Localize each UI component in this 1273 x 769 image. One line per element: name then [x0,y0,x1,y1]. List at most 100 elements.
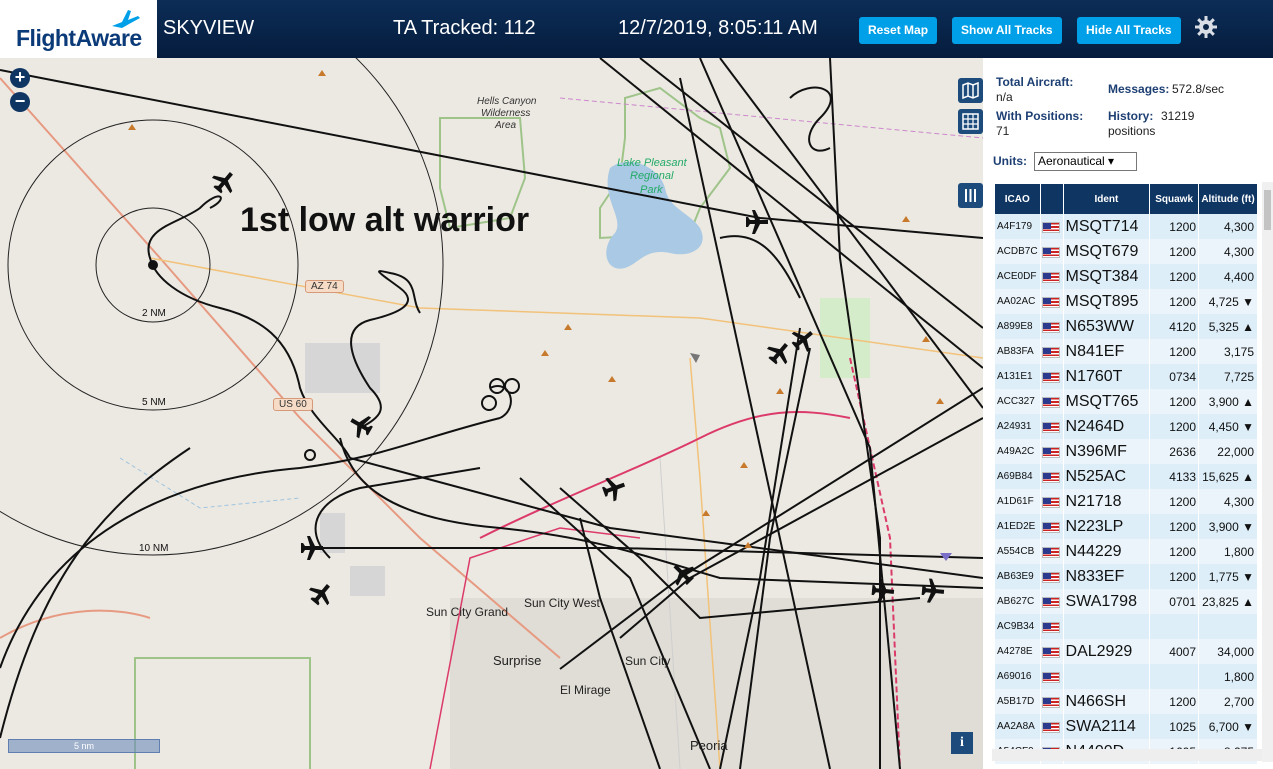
column-header-squawk[interactable]: Squawk [1150,184,1198,214]
cell-squawk: 1200 [1150,564,1198,589]
ring-label: 5 NM [142,397,166,408]
cell-altitude: 4,300 [1199,489,1257,514]
map-canvas[interactable] [0,58,983,769]
column-header-ident[interactable]: Ident [1063,184,1150,214]
table-row[interactable]: A4278E DAL2929 4007 34,000 [995,639,1257,664]
table-row[interactable]: A69016 1,800 [995,664,1257,689]
table-row[interactable]: ACDB7C MSQT679 1200 4,300 [995,239,1257,264]
table-row[interactable]: AA2A8A SWA2114 1025 6,700 ▼ [995,714,1257,739]
cell-altitude: 4,450 ▼ [1199,414,1257,439]
flag-icon [1040,489,1063,514]
aircraft-table-container[interactable]: ICAO Ident Squawk Altitude (ft) A4F179 MS… [994,184,1258,769]
show-all-tracks-button[interactable]: Show All Tracks [952,17,1062,44]
table-row[interactable]: ACE0DF MSQT384 1200 4,400 [995,264,1257,289]
us-flag-icon [1041,246,1060,258]
place-label: Hells Canyon [477,96,537,107]
column-header-icao[interactable]: ICAO [995,184,1040,214]
cell-ident: N21718 [1063,489,1150,514]
us-flag-icon [1041,696,1060,708]
horizontal-scrollbar[interactable] [992,749,1262,761]
flag-icon [1040,364,1063,389]
column-toggle-button[interactable] [958,183,983,208]
us-flag-icon [1041,571,1060,583]
cell-altitude: 5,325 ▲ [1199,314,1257,339]
flag-icon [1040,239,1063,264]
table-row[interactable]: A4F179 MSQT714 1200 4,300 [995,214,1257,239]
place-label: Sun City Grand [426,605,509,619]
zoom-in-button[interactable]: + [10,68,30,88]
clock: 12/7/2019, 8:05:11 AM [618,17,818,39]
us-flag-icon [1041,346,1060,358]
flag-icon [1040,264,1063,289]
flag-icon [1040,639,1063,664]
zoom-out-button[interactable]: − [10,92,30,112]
column-header-altitude[interactable]: Altitude (ft) [1199,184,1257,214]
table-row[interactable]: A1ED2E N223LP 1200 3,900 ▼ [995,514,1257,539]
logo-text: FlightAware [16,25,142,51]
grid-toggle-button[interactable] [958,109,983,134]
gear-icon[interactable] [1194,15,1218,39]
cell-ident: SWA1798 [1063,589,1150,614]
us-flag-icon [1041,471,1060,483]
cell-squawk: 0734 [1150,364,1198,389]
units-select[interactable]: Aeronautical ▾ [1034,152,1137,171]
column-header-flag[interactable] [1040,184,1063,214]
cell-icao: A24931 [995,414,1040,439]
table-row[interactable]: AC9B34 [995,614,1257,639]
history-unit: positions [1108,124,1156,138]
cell-altitude: 23,825 ▲ [1199,589,1257,614]
table-row[interactable]: AB83FA N841EF 1200 3,175 [995,339,1257,364]
total-aircraft-label: Total Aircraft: [996,75,1074,89]
flag-icon [1040,614,1063,639]
flag-icon [1040,714,1063,739]
table-row[interactable]: A1D61F N21718 1200 4,300 [995,489,1257,514]
flightaware-logo[interactable]: FlightAware [0,0,157,58]
cell-ident: N841EF [1063,339,1150,364]
place-label: Surprise [493,653,542,668]
table-row[interactable]: AA02AC MSQT895 1200 4,725 ▼ [995,289,1257,314]
cell-icao: AC9B34 [995,614,1040,639]
table-row[interactable]: A69B84 N525AC 4133 15,625 ▲ [995,464,1257,489]
flag-icon [1040,414,1063,439]
cell-altitude: 4,725 ▼ [1199,289,1257,314]
place-label: Sun City West [524,596,600,610]
reset-map-button[interactable]: Reset Map [859,17,938,44]
table-row[interactable]: AB627C SWA1798 0701 23,825 ▲ [995,589,1257,614]
cell-ident: N2464D [1063,414,1150,439]
cell-icao: A4278E [995,639,1040,664]
cell-squawk: 4120 [1150,314,1198,339]
cell-squawk [1150,664,1198,689]
cell-squawk: 1200 [1150,539,1198,564]
table-row[interactable]: A899E8 N653WW 4120 5,325 ▲ [995,314,1257,339]
table-row[interactable]: A554CB N44229 1200 1,800 [995,539,1257,564]
flag-icon [1040,214,1063,239]
cell-ident: N223LP [1063,514,1150,539]
info-button[interactable]: i [951,732,973,754]
top-bar: FlightAware SKYVIEW TA Tracked: 112 12/7… [0,0,1273,58]
cell-ident: N833EF [1063,564,1150,589]
cell-squawk: 1025 [1150,714,1198,739]
table-row[interactable]: A24931 N2464D 1200 4,450 ▼ [995,414,1257,439]
table-row[interactable]: AB63E9 N833EF 1200 1,775 ▼ [995,564,1257,589]
us-flag-icon [1041,521,1060,533]
aircraft-table: ICAO Ident Squawk Altitude (ft) A4F179 MS… [994,184,1258,764]
cell-altitude: 4,400 [1199,264,1257,289]
hide-all-tracks-button[interactable]: Hide All Tracks [1077,17,1181,44]
table-row[interactable]: A49A2C N396MF 2636 22,000 [995,439,1257,464]
cell-icao: A5B17D [995,689,1040,714]
us-flag-icon [1041,646,1060,658]
table-row[interactable]: A5B17D N466SH 1200 2,700 [995,689,1257,714]
table-scrollbar[interactable] [1262,182,1273,762]
us-flag-icon [1041,371,1060,383]
with-positions-value: 71 [996,124,1010,138]
cell-ident: MSQT714 [1063,214,1150,239]
map-layers-button[interactable] [958,78,983,103]
cell-ident: SWA2114 [1063,714,1150,739]
cell-icao: A69B84 [995,464,1040,489]
table-row[interactable]: A131E1 N1760T 0734 7,725 [995,364,1257,389]
map-view[interactable]: 1st low alt warrior Hells Canyon Wildern… [0,58,983,769]
table-row[interactable]: ACC327 MSQT765 1200 3,900 ▲ [995,389,1257,414]
cell-altitude: 1,775 ▼ [1199,564,1257,589]
scrollbar-thumb[interactable] [1264,190,1271,230]
cell-squawk: 4007 [1150,639,1198,664]
